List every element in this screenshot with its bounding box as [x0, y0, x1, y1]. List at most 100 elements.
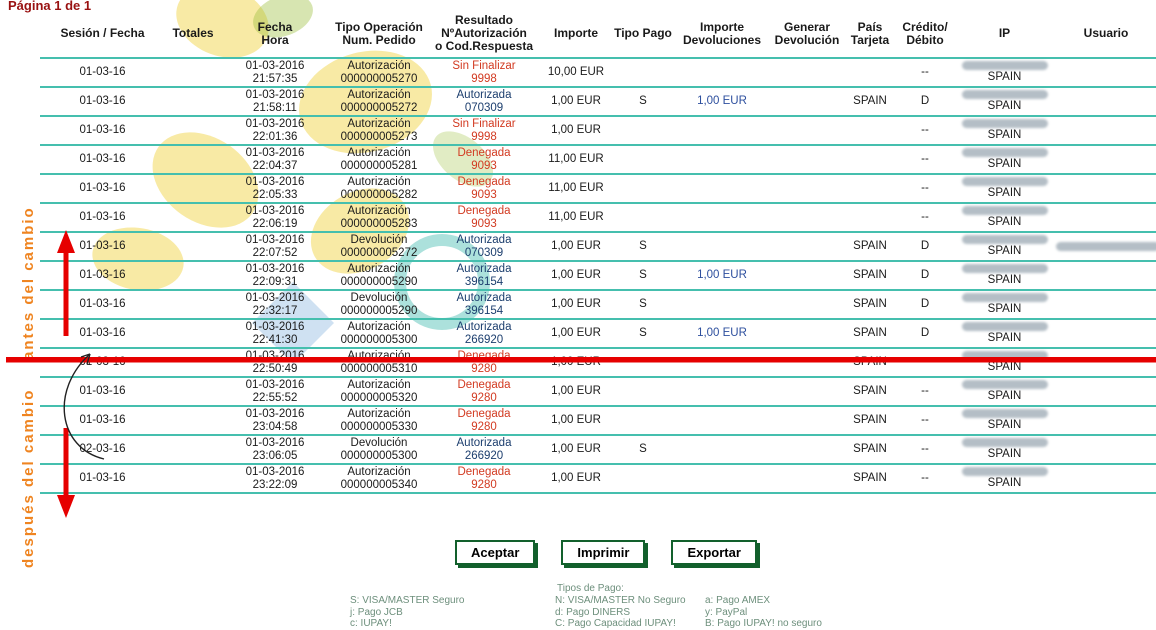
ip-redaction — [961, 235, 1048, 245]
num-pedido-value: 000000005281 — [340, 159, 418, 172]
cell-credito-debito: -- — [897, 116, 953, 146]
cell-session: 01-03-16 — [40, 116, 165, 146]
column-header: Tipo Pago — [613, 12, 673, 59]
tipo-operacion-value: Devolución — [350, 234, 408, 246]
cell-operacion: Autorización 000000005300 — [329, 319, 429, 349]
column-header: Resultado NºAutorización o Cod.Respuesta — [429, 12, 539, 59]
ip-country: SPAIN — [987, 71, 1022, 84]
cell-operacion: Autorización 000000005330 — [329, 406, 429, 436]
cell-credito-debito: D — [897, 261, 953, 291]
hora-value: 22:07:52 — [252, 246, 298, 259]
cell-tipo-pago: S — [613, 232, 673, 262]
legend-item: y: PayPal — [705, 606, 748, 618]
tipo-operacion-value: Autorización — [347, 379, 411, 391]
cell-credito-debito: -- — [897, 203, 953, 233]
hora-value: 22:05:33 — [252, 188, 298, 201]
legend-item: B: Pago IUPAY! no seguro — [705, 618, 822, 629]
cell-ip: SPAIN — [953, 145, 1056, 175]
cell-usuario — [1056, 406, 1156, 436]
red-down-arrowhead — [57, 495, 75, 518]
cell-totales — [165, 203, 221, 233]
cell-tipo-pago — [613, 203, 673, 233]
cell-fecha-hora: 01-03-2016 22:50:49 — [221, 348, 329, 378]
cell-fecha-hora: 01-03-2016 22:09:31 — [221, 261, 329, 291]
cell-session: 01-03-16 — [40, 348, 165, 378]
cell-importe-devoluciones[interactable] — [673, 116, 771, 146]
cell-fecha-hora: 01-03-2016 21:57:35 — [221, 58, 329, 88]
ip-country: SPAIN — [987, 361, 1022, 374]
cell-importe-devoluciones[interactable] — [673, 232, 771, 262]
cell-operacion: Autorización 000000005272 — [329, 87, 429, 117]
cell-importe-devoluciones[interactable] — [673, 464, 771, 494]
resultado-value: Denegada — [457, 350, 511, 362]
codigo-respuesta-value: 9280 — [471, 420, 497, 433]
cell-importe-devoluciones[interactable] — [673, 290, 771, 320]
cell-generar-devolucion — [771, 319, 843, 349]
cell-session: 01-03-16 — [40, 58, 165, 88]
imprimir-button[interactable]: Imprimir — [561, 540, 646, 565]
exportar-button[interactable]: Exportar — [671, 540, 757, 565]
cell-session: 01-03-16 — [40, 203, 165, 233]
cell-session: 01-03-16 — [40, 174, 165, 204]
cell-importe-devoluciones[interactable] — [673, 203, 771, 233]
transactions-table: Sesión / Fecha Totales Fecha Hora Tipo Opera… — [40, 12, 1156, 494]
ip-country: SPAIN — [987, 419, 1022, 432]
fecha-value: 01-03-2016 — [245, 466, 305, 478]
codigo-respuesta-value: 9280 — [471, 478, 497, 491]
table-row: 01-03-16 01-03-2016 23:04:58 Autorizació… — [40, 406, 1156, 436]
cell-importe-devoluciones[interactable] — [673, 174, 771, 204]
cell-pais-tarjeta: SPAIN — [843, 377, 897, 407]
cell-importe-devoluciones[interactable] — [673, 435, 771, 465]
cell-importe: 1,00 EUR — [539, 319, 613, 349]
ip-redaction — [961, 61, 1048, 71]
cell-operacion: Autorización 000000005282 — [329, 174, 429, 204]
num-pedido-value: 000000005290 — [340, 275, 418, 288]
cell-usuario — [1056, 290, 1156, 320]
cell-usuario — [1056, 435, 1156, 465]
cell-importe-devoluciones[interactable]: 1,00 EUR — [673, 319, 771, 349]
cell-importe-devoluciones[interactable]: 1,00 EUR — [673, 87, 771, 117]
column-header: Importe Devoluciones — [673, 12, 771, 59]
cell-fecha-hora: 01-03-2016 22:01:36 — [221, 116, 329, 146]
cell-importe-devoluciones[interactable] — [673, 145, 771, 175]
cell-generar-devolucion — [771, 435, 843, 465]
cell-importe: 1,00 EUR — [539, 261, 613, 291]
num-pedido-value: 000000005272 — [340, 101, 418, 114]
cell-credito-debito: -- — [897, 464, 953, 494]
fecha-value: 01-03-2016 — [245, 321, 305, 333]
num-pedido-value: 000000005300 — [340, 449, 418, 462]
cell-totales — [165, 290, 221, 320]
cell-totales — [165, 319, 221, 349]
cell-usuario — [1056, 116, 1156, 146]
cell-importe: 10,00 EUR — [539, 58, 613, 88]
codigo-respuesta-value: 9093 — [471, 159, 497, 172]
cell-resultado: Denegada 9280 — [429, 377, 539, 407]
cell-usuario — [1056, 348, 1156, 378]
cell-session: 02-03-16 — [40, 435, 165, 465]
cell-pais-tarjeta — [843, 203, 897, 233]
ip-country: SPAIN — [987, 477, 1022, 490]
num-pedido-value: 000000005340 — [340, 478, 418, 491]
aceptar-button[interactable]: Aceptar — [455, 540, 536, 565]
column-header: País Tarjeta — [843, 12, 897, 59]
cell-importe-devoluciones[interactable] — [673, 348, 771, 378]
ip-redaction — [961, 90, 1048, 100]
cell-ip: SPAIN — [953, 174, 1056, 204]
cell-operacion: Autorización 000000005320 — [329, 377, 429, 407]
cell-importe-devoluciones[interactable] — [673, 377, 771, 407]
cell-fecha-hora: 01-03-2016 22:04:37 — [221, 145, 329, 175]
cell-credito-debito: -- — [897, 406, 953, 436]
cell-pais-tarjeta: SPAIN — [843, 406, 897, 436]
cell-importe-devoluciones[interactable] — [673, 58, 771, 88]
cell-importe-devoluciones[interactable]: 1,00 EUR — [673, 261, 771, 291]
cell-importe: 1,00 EUR — [539, 377, 613, 407]
cell-importe-devoluciones[interactable] — [673, 406, 771, 436]
legend-item: C: Pago Capacidad IUPAY! — [555, 618, 676, 629]
cell-tipo-pago — [613, 174, 673, 204]
num-pedido-value: 000000005330 — [340, 420, 418, 433]
cell-operacion: Autorización 000000005273 — [329, 116, 429, 146]
legend-item: d: Pago DINERS — [555, 606, 631, 618]
codigo-respuesta-value: 9093 — [471, 188, 497, 201]
cell-credito-debito: -- — [897, 435, 953, 465]
cell-ip: SPAIN — [953, 406, 1056, 436]
